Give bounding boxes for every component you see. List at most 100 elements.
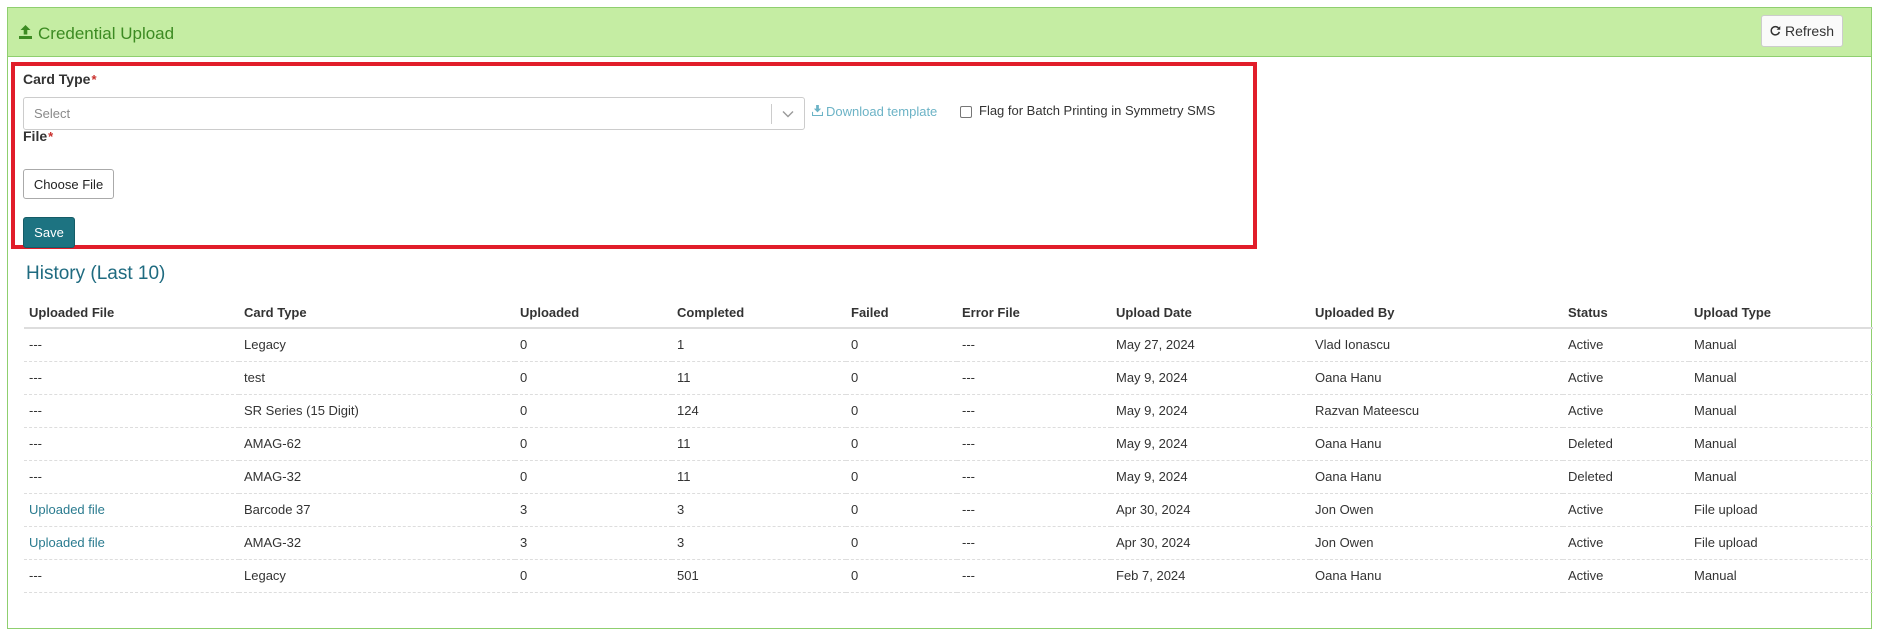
page-title: Credential Upload: [19, 24, 174, 44]
choose-file-button[interactable]: Choose File: [23, 169, 114, 199]
cell-uploaded-file: ---: [24, 427, 239, 461]
cell-uploaded-file: Uploaded file: [24, 493, 239, 527]
cell-error-file: ---: [957, 559, 1111, 593]
cell-completed: 3: [672, 493, 846, 527]
table-row: --- AMAG-62 0 11 0 --- May 9, 2024 Oana Hanu Del…: [24, 427, 1873, 461]
file-label: File*: [23, 128, 53, 144]
cell-uploaded-by: Jon Owen: [1310, 493, 1563, 527]
cell-uploaded: 3: [515, 526, 672, 560]
download-icon: [811, 104, 826, 119]
panel-header: Credential Upload Refresh: [8, 8, 1871, 57]
card-type-select-value: Select: [34, 106, 71, 121]
batch-printing-checkbox[interactable]: [960, 105, 972, 118]
column-header: Upload Date: [1111, 298, 1310, 329]
history-table-body: --- Legacy 0 1 0 --- May 27, 2024 Vlad Ionascu A…: [24, 328, 1873, 593]
cell-completed: 124: [672, 394, 846, 428]
table-row: --- AMAG-32 0 11 0 --- May 9, 2024 Oana Hanu Del…: [24, 460, 1873, 494]
table-row: --- test 0 11 0 --- May 9, 2024 Oana Hanu Active…: [24, 361, 1873, 395]
table-row: Uploaded file Barcode 37 3 3 0 --- Apr 30, 202…: [24, 493, 1873, 527]
card-type-select[interactable]: Select: [23, 97, 805, 130]
cell-uploaded: 0: [515, 559, 672, 593]
cell-error-file: ---: [957, 361, 1111, 395]
cell-completed: 3: [672, 526, 846, 560]
cell-failed: 0: [846, 559, 957, 593]
batch-printing-flag: Flag for Batch Printing in Symmetry SMS: [960, 103, 1215, 118]
history-table: Uploaded File Card Type Uploaded Completed F…: [24, 298, 1873, 593]
cell-error-file: ---: [957, 328, 1111, 362]
cell-card-type: AMAG-62: [239, 427, 515, 461]
refresh-label: Refresh: [1784, 23, 1835, 39]
required-asterisk: *: [48, 129, 54, 144]
cell-uploaded-file: ---: [24, 328, 239, 362]
table-row: --- Legacy 0 501 0 --- Feb 7, 2024 Oana Hanu Act…: [24, 559, 1873, 593]
cell-status: Active: [1563, 361, 1689, 395]
cell-card-type: Legacy: [239, 328, 515, 362]
cell-uploaded: 0: [515, 394, 672, 428]
cell-card-type: AMAG-32: [239, 460, 515, 494]
cell-upload-date: Feb 7, 2024: [1111, 559, 1310, 593]
cell-uploaded: 3: [515, 493, 672, 527]
cell-upload-date: Apr 30, 2024: [1111, 493, 1310, 527]
cell-completed: 11: [672, 427, 846, 461]
uploaded-file-link[interactable]: Uploaded file: [29, 535, 105, 550]
cell-uploaded: 0: [515, 328, 672, 362]
credential-upload-panel: Credential Upload Refresh Card Type * Sel…: [7, 7, 1873, 629]
cell-upload-type: Manual: [1689, 394, 1873, 428]
page-title-text: Credential Upload: [38, 24, 175, 43]
history-header-row: Uploaded File Card Type Uploaded Completed F…: [24, 298, 1873, 329]
cell-upload-type: File upload: [1689, 493, 1873, 527]
cell-upload-date: May 9, 2024: [1111, 460, 1310, 494]
cell-upload-date: May 27, 2024: [1111, 328, 1310, 362]
cell-status: Active: [1563, 493, 1689, 527]
cell-upload-date: May 9, 2024: [1111, 394, 1310, 428]
uploaded-file-link[interactable]: Uploaded file: [29, 502, 105, 517]
column-header: Failed: [846, 298, 957, 329]
cell-completed: 1: [672, 328, 846, 362]
cell-uploaded-by: Oana Hanu: [1310, 361, 1563, 395]
cell-upload-type: File upload: [1689, 526, 1873, 560]
cell-error-file: ---: [957, 394, 1111, 428]
column-header: Uploaded: [515, 298, 672, 329]
cell-uploaded-by: Oana Hanu: [1310, 559, 1563, 593]
cell-uploaded-file: ---: [24, 559, 239, 593]
batch-printing-label: Flag for Batch Printing in Symmetry SMS: [979, 103, 1216, 118]
chevron-down-icon[interactable]: [772, 110, 804, 118]
download-template-link[interactable]: Download template: [811, 104, 938, 119]
cell-failed: 0: [846, 394, 957, 428]
file-label-text: File: [23, 128, 48, 144]
table-row: --- Legacy 0 1 0 --- May 27, 2024 Vlad Ionascu A…: [24, 328, 1873, 362]
column-header: Error File: [957, 298, 1111, 329]
cell-uploaded: 0: [515, 460, 672, 494]
cell-uploaded-by: Jon Owen: [1310, 526, 1563, 560]
column-header: Card Type: [239, 298, 515, 329]
column-header: Uploaded By: [1310, 298, 1563, 329]
column-header: Status: [1563, 298, 1689, 329]
cell-status: Active: [1563, 394, 1689, 428]
download-template-text: Download template: [826, 104, 938, 119]
cell-error-file: ---: [957, 427, 1111, 461]
cell-error-file: ---: [957, 493, 1111, 527]
refresh-button[interactable]: Refresh: [1761, 15, 1843, 47]
cell-upload-date: May 9, 2024: [1111, 427, 1310, 461]
history-title: History (Last 10): [26, 263, 166, 284]
table-row: Uploaded file AMAG-32 3 3 0 --- Apr 30, 2024 Jo…: [24, 526, 1873, 560]
cell-uploaded: 0: [515, 427, 672, 461]
column-header: Upload Type: [1689, 298, 1873, 329]
upload-icon: [19, 24, 38, 44]
cell-uploaded: 0: [515, 361, 672, 395]
cell-error-file: ---: [957, 460, 1111, 494]
cell-uploaded-file: Uploaded file: [24, 526, 239, 560]
cell-upload-date: Apr 30, 2024: [1111, 526, 1310, 560]
cell-status: Active: [1563, 328, 1689, 362]
cell-upload-date: May 9, 2024: [1111, 361, 1310, 395]
cell-failed: 0: [846, 361, 957, 395]
cell-failed: 0: [846, 328, 957, 362]
cell-uploaded-by: Oana Hanu: [1310, 427, 1563, 461]
cell-failed: 0: [846, 427, 957, 461]
cell-card-type: Legacy: [239, 559, 515, 593]
cell-upload-type: Manual: [1689, 361, 1873, 395]
cell-status: Active: [1563, 526, 1689, 560]
cell-uploaded-file: ---: [24, 394, 239, 428]
save-button[interactable]: Save: [23, 217, 75, 248]
cell-uploaded-file: ---: [24, 460, 239, 494]
